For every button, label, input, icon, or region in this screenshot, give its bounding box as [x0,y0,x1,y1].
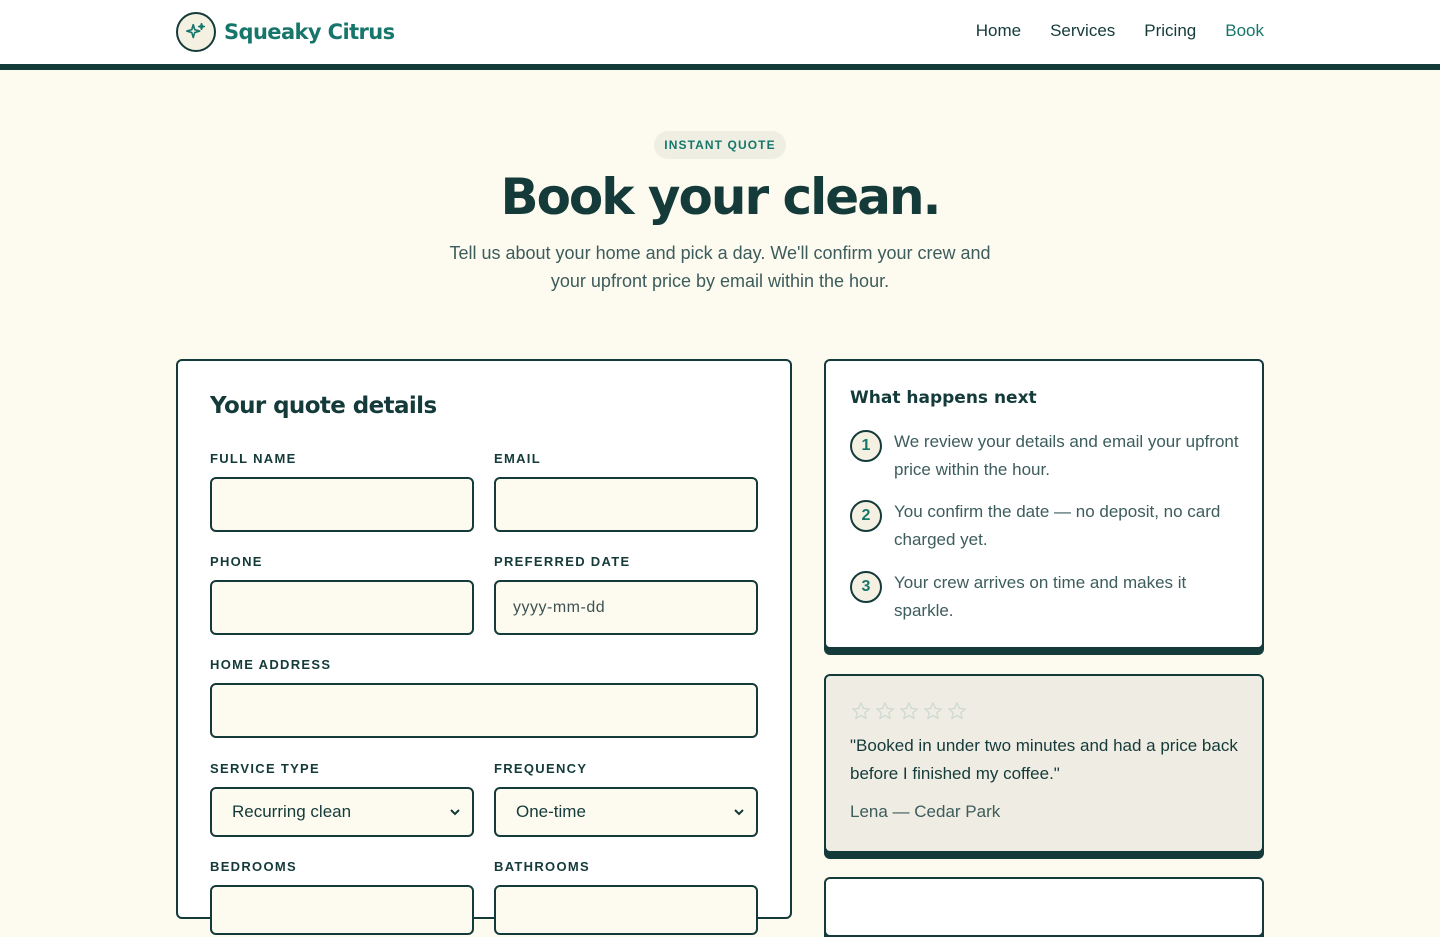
email-label: EMAIL [494,451,541,466]
frequency-label: FREQUENCY [494,761,588,776]
page-subtitle: Tell us about your home and pick a day. … [449,243,991,291]
star-rating [850,700,970,722]
bathrooms-label: BATHROOMS [494,859,590,874]
service-type-value: Recurring clean [232,802,352,821]
main-nav: Home Services Pricing Book [947,20,1264,42]
testimonial-card: "Booked in under two minutes and had a p… [824,674,1264,853]
next-steps-title: What happens next [850,388,1037,408]
star-icon [948,702,966,720]
sparkle-icon [176,12,216,52]
nav-home[interactable]: Home [976,20,1021,42]
step-text: Your crew arrives on time and makes it s… [894,573,1187,620]
step-number: 2 [850,500,882,532]
chevron-down-icon [450,809,460,816]
star-icon [924,702,942,720]
full-name-label: FULL NAME [210,451,297,466]
phone-field[interactable] [210,580,474,635]
chevron-down-icon [734,809,744,816]
phone-label: PHONE [210,554,263,569]
step-number: 1 [850,430,882,462]
preferred-date-label: PREFERRED DATE [494,554,631,569]
next-steps-card: What happens next 1 We review your detai… [824,359,1264,649]
info-card [824,877,1264,937]
star-icon [852,702,870,720]
testimonial-author: Lena — Cedar Park [850,802,1001,821]
home-address-label: HOME ADDRESS [210,657,332,672]
nav-book[interactable]: Book [1225,20,1264,42]
star-icon [876,702,894,720]
quote-form-card: Your quote details FULL NAME EMAIL PHONE… [176,359,792,935]
service-type-select[interactable]: Recurring clean [210,787,474,837]
service-type-label: SERVICE TYPE [210,761,321,776]
home-address-field[interactable] [210,683,758,738]
frequency-value: One-time [516,802,586,821]
header-divider [0,64,1440,70]
nav-pricing[interactable]: Pricing [1144,20,1196,42]
nav-services[interactable]: Services [1050,20,1115,42]
full-name-field[interactable] [210,477,474,532]
site-header: Squeaky Citrus Home Services Pricing Boo… [0,0,1440,64]
preferred-date-field[interactable] [494,580,758,635]
star-icon [900,702,918,720]
frequency-select[interactable]: One-time [494,787,758,837]
page-title: Book your clean. [500,168,941,226]
testimonial-quote: "Booked in under two minutes and had a p… [850,736,1238,783]
step-text: We review your details and email your up… [894,432,1239,479]
instant-quote-badge: INSTANT QUOTE [654,131,786,159]
email-field[interactable] [494,477,758,532]
bedrooms-select[interactable] [210,885,474,935]
step-text: You confirm the date — no deposit, no ca… [894,502,1221,549]
step-number: 3 [850,571,882,603]
quote-form-title: Your quote details [210,393,437,419]
bedrooms-label: BEDROOMS [210,859,297,874]
brand-name: Squeaky Citrus [224,20,395,44]
brand-logo[interactable]: Squeaky Citrus [176,12,395,52]
bathrooms-select[interactable] [494,885,758,935]
